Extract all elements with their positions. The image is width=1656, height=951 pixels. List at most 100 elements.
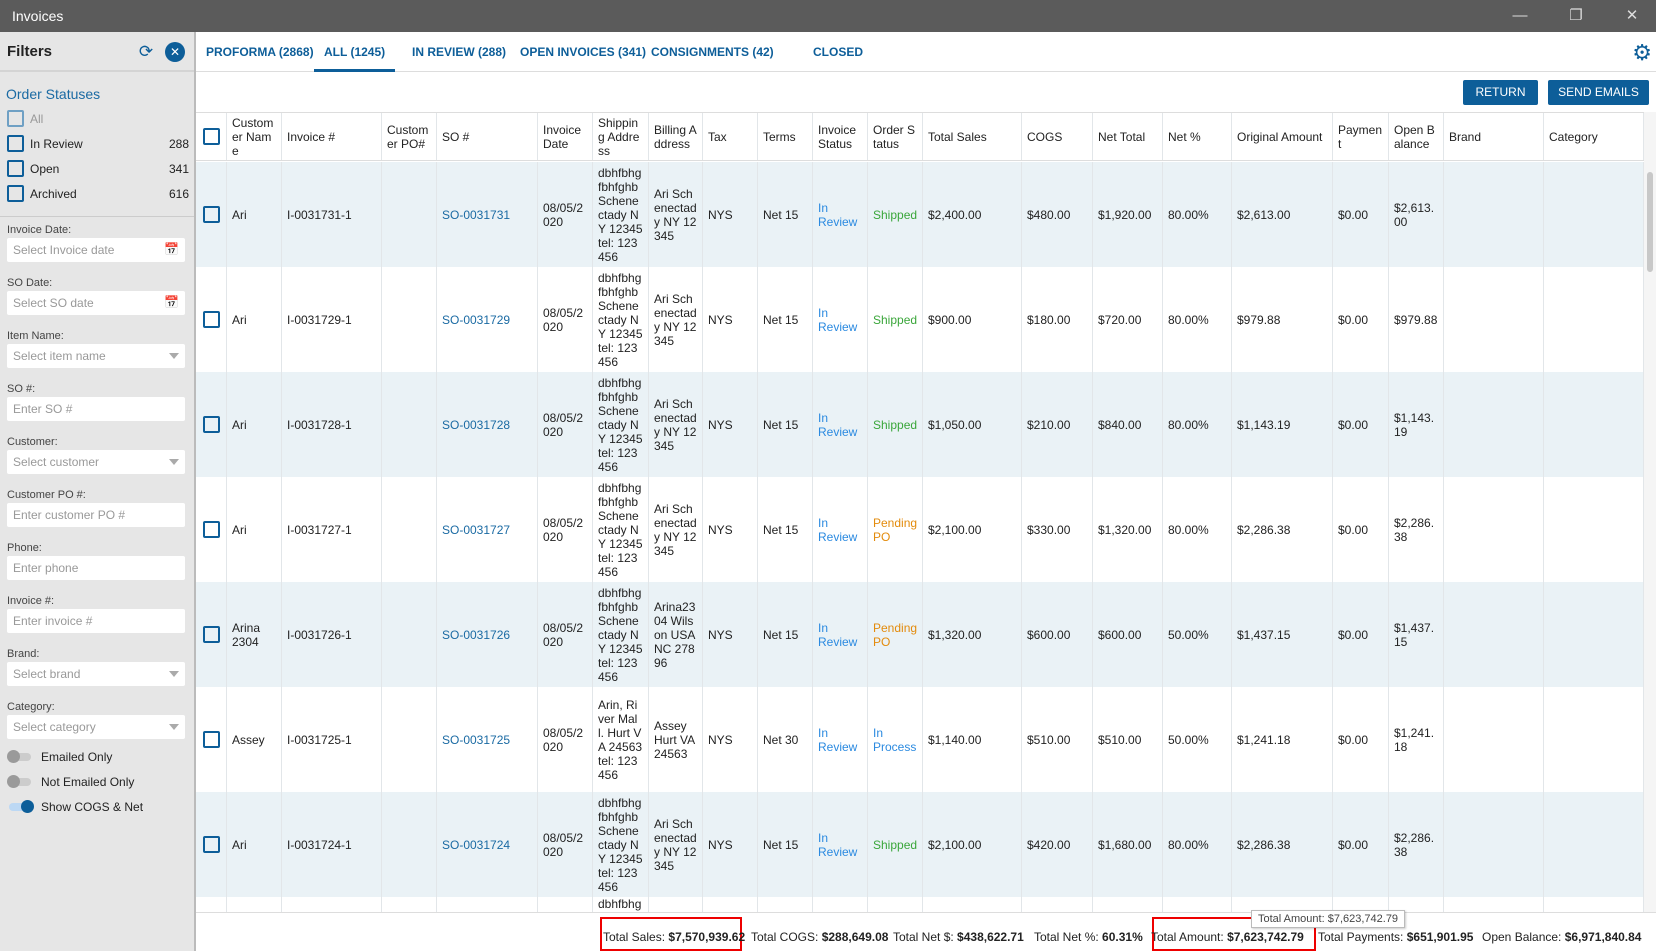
row-checkbox[interactable] bbox=[202, 206, 220, 223]
column-header[interactable]: Payment bbox=[1333, 113, 1389, 160]
tab-proforma[interactable]: PROFORMA (2868) bbox=[196, 32, 324, 72]
filter-invoice-date-input[interactable]: Select Invoice date 📅 bbox=[7, 238, 185, 262]
status-archived[interactable]: Archived 616 bbox=[7, 185, 189, 205]
vertical-scrollbar[interactable] bbox=[1644, 112, 1656, 912]
table-row[interactable]: Ari I-0031729-1 SO-0031729 08/05/2020 dbhfbh… bbox=[196, 267, 1644, 372]
column-header[interactable]: Billing Address bbox=[649, 113, 703, 160]
table-row[interactable]: dbhfbhg bbox=[196, 897, 1644, 912]
tab-all[interactable]: ALL (1245) bbox=[314, 32, 396, 72]
cell-brand bbox=[1444, 162, 1544, 267]
filter-customer-po-input[interactable]: Enter customer PO # bbox=[7, 503, 185, 527]
cell-so-[interactable]: SO-0031724 bbox=[437, 792, 538, 897]
column-header[interactable]: Order Status bbox=[868, 113, 923, 160]
table-row[interactable]: Ari I-0031731-1 SO-0031731 08/05/2020 dbhfbh… bbox=[196, 162, 1644, 267]
table-row[interactable]: Assey I-0031725-1 SO-0031725 08/05/2020 Arin… bbox=[196, 687, 1644, 792]
close-filters-icon[interactable]: ✕ bbox=[165, 42, 185, 62]
tab-in-review[interactable]: IN REVIEW (288) bbox=[402, 32, 516, 72]
toggle-emailed-only[interactable]: Emailed Only bbox=[7, 748, 187, 766]
column-header[interactable]: Net % bbox=[1163, 113, 1232, 160]
cell-shipping-address: dbhfbhg fbhfghb Schenectady NY 12345 tel… bbox=[593, 162, 649, 267]
cell-so-[interactable]: SO-0031725 bbox=[437, 687, 538, 792]
toggle-show-cogs-net[interactable]: Show COGS & Net bbox=[7, 798, 187, 816]
row-checkbox[interactable] bbox=[202, 416, 220, 433]
chevron-down-icon[interactable] bbox=[169, 459, 179, 465]
chevron-down-icon[interactable] bbox=[169, 353, 179, 359]
toggle-not-emailed-only[interactable]: Not Emailed Only bbox=[7, 773, 187, 791]
cell-so-[interactable] bbox=[437, 897, 538, 912]
column-header[interactable]: Customer Name bbox=[227, 113, 282, 160]
column-header[interactable]: Shipping Address bbox=[593, 113, 649, 160]
calendar-icon[interactable]: 📅 bbox=[164, 295, 179, 309]
row-checkbox[interactable] bbox=[202, 731, 220, 748]
cell-open-balance: $2,286.38 bbox=[1389, 792, 1444, 897]
column-header[interactable]: Net Total bbox=[1093, 113, 1163, 160]
chevron-down-icon[interactable] bbox=[169, 671, 179, 677]
filter-label: Phone: bbox=[7, 542, 42, 554]
checkbox[interactable] bbox=[7, 160, 24, 177]
cell-cogs: $420.00 bbox=[1022, 792, 1093, 897]
column-header[interactable]: Brand bbox=[1444, 113, 1544, 160]
filter-brand-input[interactable]: Select brand bbox=[7, 662, 185, 686]
column-header[interactable]: Invoice Status bbox=[813, 113, 868, 160]
column-header[interactable]: COGS bbox=[1022, 113, 1093, 160]
tab-closed[interactable]: CLOSED bbox=[803, 32, 873, 72]
checkbox[interactable] bbox=[7, 110, 24, 127]
column-header[interactable]: Original Amount bbox=[1232, 113, 1333, 160]
status-open[interactable]: Open 341 bbox=[7, 160, 189, 180]
cell-customer-po- bbox=[382, 792, 437, 897]
tab-consignments[interactable]: CONSIGNMENTS (42) bbox=[641, 32, 784, 72]
cell-customer-name: Ari bbox=[227, 372, 282, 477]
row-checkbox[interactable] bbox=[202, 836, 220, 853]
minimize-button[interactable]: — bbox=[1500, 4, 1540, 28]
return-button[interactable]: RETURN bbox=[1463, 80, 1538, 105]
cell-so-[interactable]: SO-0031728 bbox=[437, 372, 538, 477]
calendar-icon[interactable]: 📅 bbox=[164, 242, 179, 256]
filter-so-date-input[interactable]: Select SO date 📅 bbox=[7, 291, 185, 315]
column-header[interactable]: Tax bbox=[703, 113, 758, 160]
status-all[interactable]: All bbox=[7, 110, 189, 130]
cell-tax: NYS bbox=[703, 267, 758, 372]
column-header[interactable]: Customer PO# bbox=[382, 113, 437, 160]
column-header[interactable]: Category bbox=[1544, 113, 1644, 160]
column-header[interactable]: Terms bbox=[758, 113, 813, 160]
row-checkbox[interactable] bbox=[202, 521, 220, 538]
table-row[interactable]: Ari I-0031728-1 SO-0031728 08/05/2020 dbhfbh… bbox=[196, 372, 1644, 477]
filter-category-input[interactable]: Select category bbox=[7, 715, 185, 739]
column-header[interactable]: SO # bbox=[437, 113, 538, 160]
row-checkbox[interactable] bbox=[202, 626, 220, 643]
filter-customer-input[interactable]: Select customer bbox=[7, 450, 185, 474]
table-row[interactable]: Ari I-0031724-1 SO-0031724 08/05/2020 dbhfbh… bbox=[196, 792, 1644, 897]
cell-so-[interactable]: SO-0031727 bbox=[437, 477, 538, 582]
close-window-button[interactable]: ✕ bbox=[1612, 4, 1652, 28]
cell-order-status: Shipped bbox=[868, 792, 923, 897]
filter-item-name-input[interactable]: Select item name bbox=[7, 344, 185, 368]
cell-so-[interactable]: SO-0031729 bbox=[437, 267, 538, 372]
filter-invoice-input[interactable]: Enter invoice # bbox=[7, 609, 185, 633]
table-row[interactable]: Ari I-0031727-1 SO-0031727 08/05/2020 dbhfbh… bbox=[196, 477, 1644, 582]
invoices-table: Customer Name Invoice # Customer PO# SO # In… bbox=[196, 112, 1644, 912]
cell-original-amount: $2,286.38 bbox=[1232, 792, 1333, 897]
cell-so-[interactable]: SO-0031726 bbox=[437, 582, 538, 687]
column-header[interactable]: Open Balance bbox=[1389, 113, 1444, 160]
chevron-down-icon[interactable] bbox=[169, 724, 179, 730]
column-header[interactable]: Invoice Date bbox=[538, 113, 593, 160]
select-all-checkbox-cell[interactable] bbox=[196, 113, 227, 160]
tab-open-invoices[interactable]: OPEN INVOICES (341) bbox=[510, 32, 656, 72]
select-all-checkbox[interactable] bbox=[202, 128, 220, 145]
table-row[interactable]: Arina 2304 I-0031726-1 SO-0031726 08/05/202… bbox=[196, 582, 1644, 687]
settings-gear-icon[interactable]: ⚙ bbox=[1632, 40, 1652, 66]
send-emails-button[interactable]: SEND EMAILS bbox=[1548, 80, 1649, 105]
checkbox[interactable] bbox=[7, 135, 24, 152]
checkbox[interactable] bbox=[7, 185, 24, 202]
row-checkbox[interactable] bbox=[202, 311, 220, 328]
status-in-review[interactable]: In Review 288 bbox=[7, 135, 189, 155]
column-header[interactable]: Invoice # bbox=[282, 113, 382, 160]
column-header[interactable]: Total Sales bbox=[923, 113, 1022, 160]
filter-so-input[interactable]: Enter SO # bbox=[7, 397, 185, 421]
refresh-icon[interactable]: ⟳ bbox=[136, 42, 156, 62]
cell-so-[interactable]: SO-0031731 bbox=[437, 162, 538, 267]
filter-phone-input[interactable]: Enter phone bbox=[7, 556, 185, 580]
cell-category bbox=[1544, 372, 1644, 477]
cell-total-sales: $2,400.00 bbox=[923, 162, 1022, 267]
restore-button[interactable]: ❐ bbox=[1556, 4, 1596, 28]
